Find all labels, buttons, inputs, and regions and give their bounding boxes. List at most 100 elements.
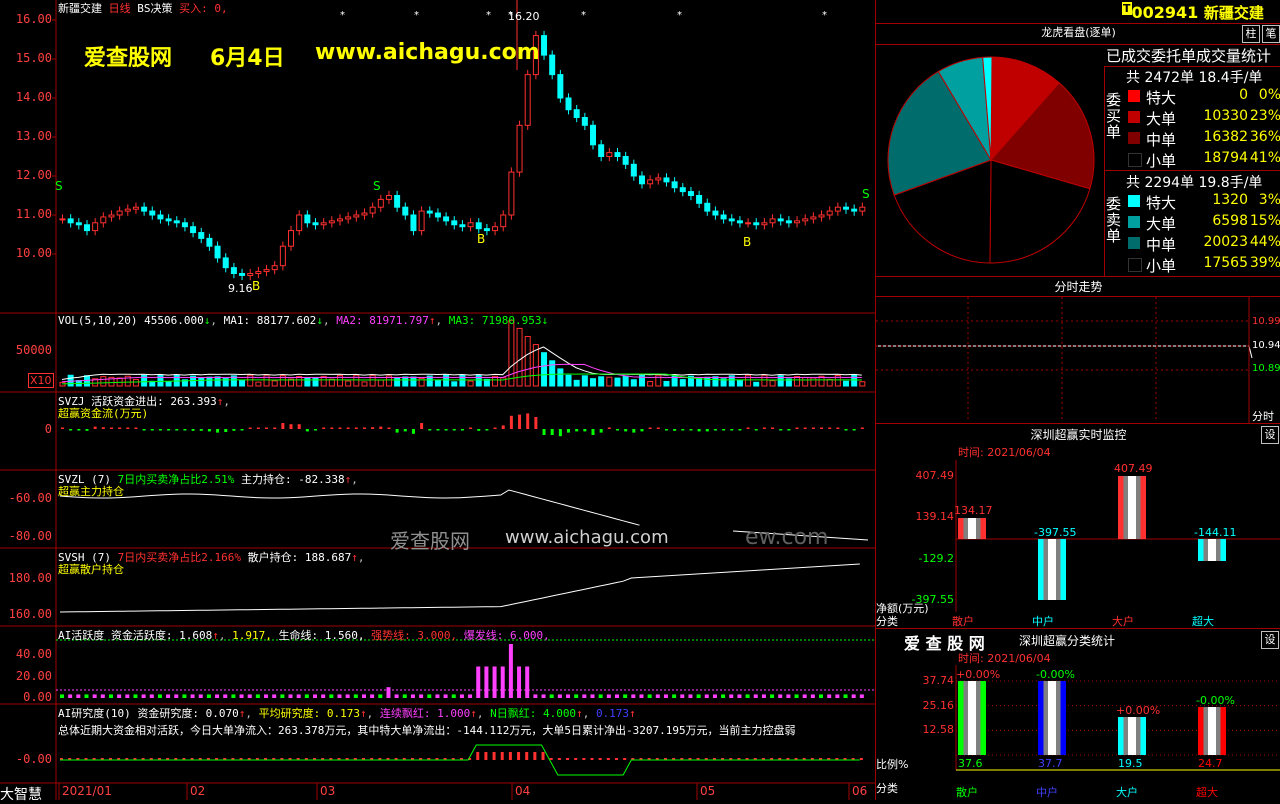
ai-active-bar [435, 694, 440, 698]
svsh-axis-1: 160.00 [8, 607, 52, 621]
ai-active-bar [100, 694, 105, 698]
volume-bar [704, 376, 711, 387]
watermark-date: 6月4日 [210, 46, 285, 71]
candle-body [590, 124, 597, 146]
candle-body [475, 222, 482, 230]
candle-body [385, 195, 392, 200]
candle-body [802, 218, 809, 222]
monitor-cat-name: 超大 [1192, 615, 1214, 628]
svzj-bar [101, 427, 105, 429]
legend-value: 1320 [1212, 192, 1248, 208]
candle-body [549, 54, 556, 76]
ai-research-bar [508, 752, 512, 760]
svzj-bar [844, 429, 848, 431]
ai-active-bar [190, 694, 195, 698]
volume-bar [565, 374, 572, 387]
ai-active-bar [76, 694, 81, 698]
ai-research-bars [60, 752, 863, 760]
svzl-axis-1: -80.00 [8, 529, 52, 543]
ai-research-bar [500, 752, 504, 760]
ai-research-bar [574, 758, 578, 760]
dragon-buy-total: 共 2472单 18.4手/单 [1126, 70, 1263, 86]
volume-bar [622, 375, 629, 387]
candle-body [206, 237, 213, 247]
monitor-bar [1118, 476, 1146, 539]
legend-pct: 23% [1249, 108, 1280, 124]
ai-active-bar [133, 694, 138, 698]
classify-set-button[interactable]: 设 [1261, 631, 1279, 649]
ai-research-deg: 资金研究度: 0.070 [137, 707, 239, 720]
ai-active-bar [321, 694, 326, 698]
monitor-set-button[interactable]: 设 [1261, 426, 1279, 444]
price-axis-label: 11.00 [15, 207, 52, 221]
candle-body [279, 245, 286, 267]
volume-bar [647, 381, 654, 387]
svzj-bar [142, 429, 146, 431]
candle-body [116, 210, 123, 216]
svzj-bar [175, 429, 179, 431]
candle-body [565, 97, 572, 111]
ai-active-bar [574, 694, 579, 698]
candle-body [426, 210, 433, 214]
stock-name: 新疆交建 [58, 2, 102, 15]
svzj-bar [371, 427, 375, 429]
brand-label: 大智慧 [0, 787, 42, 803]
ai-active-bar [313, 694, 318, 698]
ai-active-bar [280, 694, 285, 698]
candle-body [581, 117, 588, 126]
svzj-bar [346, 427, 350, 429]
candle-body [190, 226, 197, 234]
ai-active-bar [859, 694, 864, 698]
vol-name: VOL(5,10,20) [58, 314, 138, 327]
star-marker: * [822, 10, 827, 21]
ai-active-bar [174, 694, 179, 698]
vol-unit[interactable]: X10 [28, 373, 54, 388]
time-axis-label: 2021/01 [62, 784, 112, 798]
ai-active-life: 生命线: 1.560, [278, 629, 365, 642]
candle-body [328, 220, 335, 224]
legend-swatch [1128, 111, 1140, 123]
price-axis-label: 12.00 [15, 168, 52, 182]
time-axis-label: 03 [320, 784, 336, 798]
svzj-bar [811, 427, 815, 429]
ai-active-axis-2: 0.00 [23, 690, 52, 704]
candle-body [606, 152, 613, 158]
svzj-bar [330, 427, 334, 429]
classify-bar [1038, 681, 1066, 755]
volume-bar [198, 377, 205, 387]
candle-body [492, 226, 499, 232]
period-label[interactable]: 日线 [109, 2, 131, 15]
svzj-bar [289, 424, 293, 429]
classify-time: 时间: 2021/06/04 [958, 652, 1051, 665]
candle-body [843, 206, 850, 210]
ai-active-bar [663, 694, 668, 698]
candle-body [361, 212, 368, 216]
svzj-bar [828, 427, 832, 429]
classify-bar-top: +0.00% [956, 668, 1001, 682]
svzj-bars [61, 413, 864, 437]
ai-active-bar [721, 694, 726, 698]
mid-watermark-site: 爱查股网 [390, 529, 470, 553]
ai-research-bar [614, 758, 618, 760]
candle-body [687, 191, 694, 197]
candle-body [557, 74, 564, 99]
mid-watermark-url: www.aichagu.com [505, 527, 669, 548]
vol-ma1: MA1: 88177.602 [223, 314, 317, 327]
svzj-bar [485, 429, 489, 431]
svzj-bar [501, 425, 505, 429]
svzj-bar [722, 429, 726, 431]
svzj-bar [567, 429, 571, 433]
volume-bar [451, 381, 458, 387]
candle-body [100, 216, 107, 224]
classify-axis-label: 37.74 [922, 674, 955, 687]
volume-bar [736, 379, 743, 387]
volume-bars [59, 319, 866, 387]
classify-bar [1198, 706, 1226, 755]
svzj-bar [681, 429, 685, 431]
ai-active-bar [851, 694, 856, 698]
monitor-axis-label: 139.14 [915, 510, 955, 524]
svzj-bar [787, 429, 791, 431]
candle-body [198, 232, 205, 239]
svzl-ratio: 7日内买卖净占比2.51% [117, 473, 235, 486]
ai-active-name: AI活跃度 [58, 629, 105, 642]
